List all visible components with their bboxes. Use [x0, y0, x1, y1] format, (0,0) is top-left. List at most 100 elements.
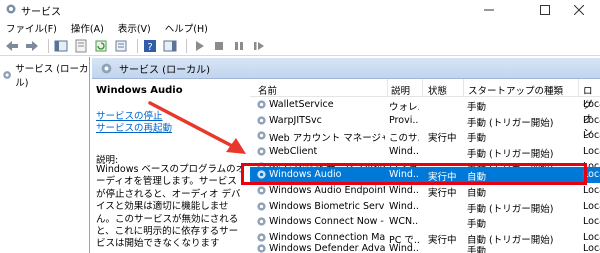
column-header-status[interactable]: 状態 — [428, 83, 447, 97]
table-row[interactable]: Web アカウント マネージャー このサ... 実行中 手動 Local S..… — [250, 128, 600, 144]
gear-icon — [257, 217, 266, 226]
tree-item-label: サービス (ローカル) — [15, 64, 89, 89]
restart-icon — [254, 41, 264, 50]
service-description: Wind... — [389, 200, 419, 212]
service-startup-type: 手動 (トリガー開始) — [467, 203, 554, 215]
console-tree-icon — [54, 40, 68, 51]
gear-icon — [257, 186, 266, 195]
window-title: サービス — [21, 7, 61, 18]
pause-icon — [235, 41, 243, 50]
gear-icon — [257, 100, 266, 109]
panel-header-title: サービス (ローカル) — [119, 64, 210, 76]
service-description: このサ... — [389, 133, 419, 144]
column-header-name[interactable]: 名前 — [258, 83, 277, 97]
service-startup-type: 手動 — [467, 219, 487, 230]
column-header-startup-type[interactable]: スタートアップの種類 — [468, 83, 563, 97]
highlight-box — [241, 163, 587, 185]
service-status: 実行中 — [428, 188, 457, 199]
service-startup-type: 手動 (トリガー開始) — [467, 117, 554, 129]
column-divider[interactable] — [578, 79, 579, 97]
table-row[interactable]: Windows Biometric Service Wind... 手動 (トリ… — [250, 199, 600, 215]
gear-icon — [257, 244, 266, 253]
menu-view[interactable]: 表示(V) — [118, 21, 151, 35]
toolbar-separator — [186, 38, 187, 53]
gear-icon — [257, 131, 266, 140]
toolbar-separator — [137, 38, 138, 53]
column-divider[interactable] — [422, 79, 423, 97]
table-row[interactable]: Windows Connect Now - Co... WCN... 手動 Lo… — [250, 214, 600, 230]
table-row[interactable]: Windows Audio Endpoint B... Wind... 実行中 … — [250, 183, 600, 199]
properties-button[interactable] — [73, 38, 89, 54]
selected-service-name: Windows Audio — [96, 85, 183, 96]
service-logon: Local S... — [583, 216, 600, 227]
gear-icon — [257, 146, 266, 156]
title-bar: サービス — [0, 0, 600, 19]
service-logon: Local S... — [583, 185, 600, 196]
svg-text:?: ? — [147, 42, 152, 53]
service-startup-type: 手動 (トリガー開始) — [467, 148, 554, 160]
panel-header: サービス (ローカル) — [92, 58, 600, 79]
refresh-button[interactable] — [93, 38, 109, 54]
help-button[interactable]: ? — [142, 38, 158, 54]
column-header-description[interactable]: 説明 — [391, 83, 410, 97]
table-row[interactable]: WarpJITSvc Provi... 手動 (トリガー開始) Local S.… — [250, 113, 600, 129]
service-startup-type: 自動 — [467, 188, 487, 199]
start-service-button[interactable] — [191, 38, 207, 54]
refresh-icon — [95, 40, 107, 51]
service-description: WCN... — [389, 216, 419, 227]
service-name: Windows Biometric Service — [269, 200, 385, 212]
tree-item-services-local[interactable]: サービス (ローカル) — [2, 61, 89, 89]
services-app-icon — [6, 4, 16, 14]
back-button[interactable] — [4, 38, 20, 54]
minimize-button[interactable] — [466, 0, 512, 19]
gear-icon — [257, 201, 266, 211]
column-divider[interactable] — [463, 79, 464, 97]
show-hide-console-tree-button[interactable] — [53, 38, 69, 54]
properties-icon — [75, 39, 87, 52]
maximize-icon — [540, 4, 550, 15]
gear-icon — [3, 71, 11, 79]
show-action-pane-button[interactable] — [162, 38, 178, 54]
menu-help[interactable]: ヘルプ(H) — [165, 21, 208, 35]
stop-icon — [215, 41, 223, 50]
service-logon: Local S... — [583, 99, 600, 110]
table-header: 名前 説明 状態 スタートアップの種類 ログオン — [250, 79, 600, 139]
toolbar: ? — [0, 36, 600, 56]
gear-icon — [257, 115, 266, 125]
back-arrow-icon — [6, 40, 18, 51]
export-list-button[interactable] — [113, 38, 129, 54]
close-icon — [574, 4, 584, 15]
service-name: WalletService — [269, 99, 334, 110]
service-logon: Local S... — [583, 200, 600, 212]
service-logon: Local S... — [583, 130, 600, 141]
console-tree: サービス (ローカル) — [0, 57, 90, 253]
service-startup-type: 手動 — [467, 133, 487, 144]
table-row[interactable]: Windows Defender Advance... Wind... 手動 L… — [250, 241, 600, 253]
forward-button[interactable] — [24, 38, 40, 54]
service-name: WarpJITSvc — [269, 114, 322, 126]
column-divider[interactable] — [387, 79, 388, 97]
close-button[interactable] — [556, 0, 600, 19]
toolbar-separator — [48, 38, 49, 53]
restart-service-link[interactable]: サービスの再起動 — [96, 120, 172, 134]
service-status: 実行中 — [428, 133, 457, 144]
service-name: WebClient — [269, 145, 318, 157]
stop-service-button[interactable] — [211, 38, 227, 54]
play-icon — [196, 40, 204, 51]
menu-bar: ファイル(F) 操作(A) 表示(V) ヘルプ(H) — [0, 19, 600, 36]
action-pane-icon — [163, 40, 177, 51]
table-row[interactable]: WebClient Wind... 手動 (トリガー開始) Local S... — [250, 144, 600, 160]
table-row[interactable]: WalletService ウォレ... 手動 Local S... — [250, 97, 600, 113]
service-startup-type: 手動 — [467, 102, 487, 113]
service-details-pane: Windows Audio サービスの停止 サービスの再起動 説明: Windo… — [92, 79, 250, 253]
pause-service-button[interactable] — [231, 38, 247, 54]
service-description: Wind... — [389, 243, 419, 253]
service-name: Windows Audio Endpoint B... — [269, 185, 385, 196]
menu-file[interactable]: ファイル(F) — [6, 21, 57, 35]
restart-service-button[interactable] — [251, 38, 267, 54]
service-description: Wind... — [389, 145, 419, 157]
menu-action[interactable]: 操作(A) — [71, 21, 104, 35]
description-text: Windows ベースのプログラムのオーディオを管理します。サービスが停止される… — [96, 164, 246, 250]
service-name: Windows Connect Now - Co... — [269, 216, 385, 227]
service-name: Windows Defender Advance... — [269, 243, 385, 253]
